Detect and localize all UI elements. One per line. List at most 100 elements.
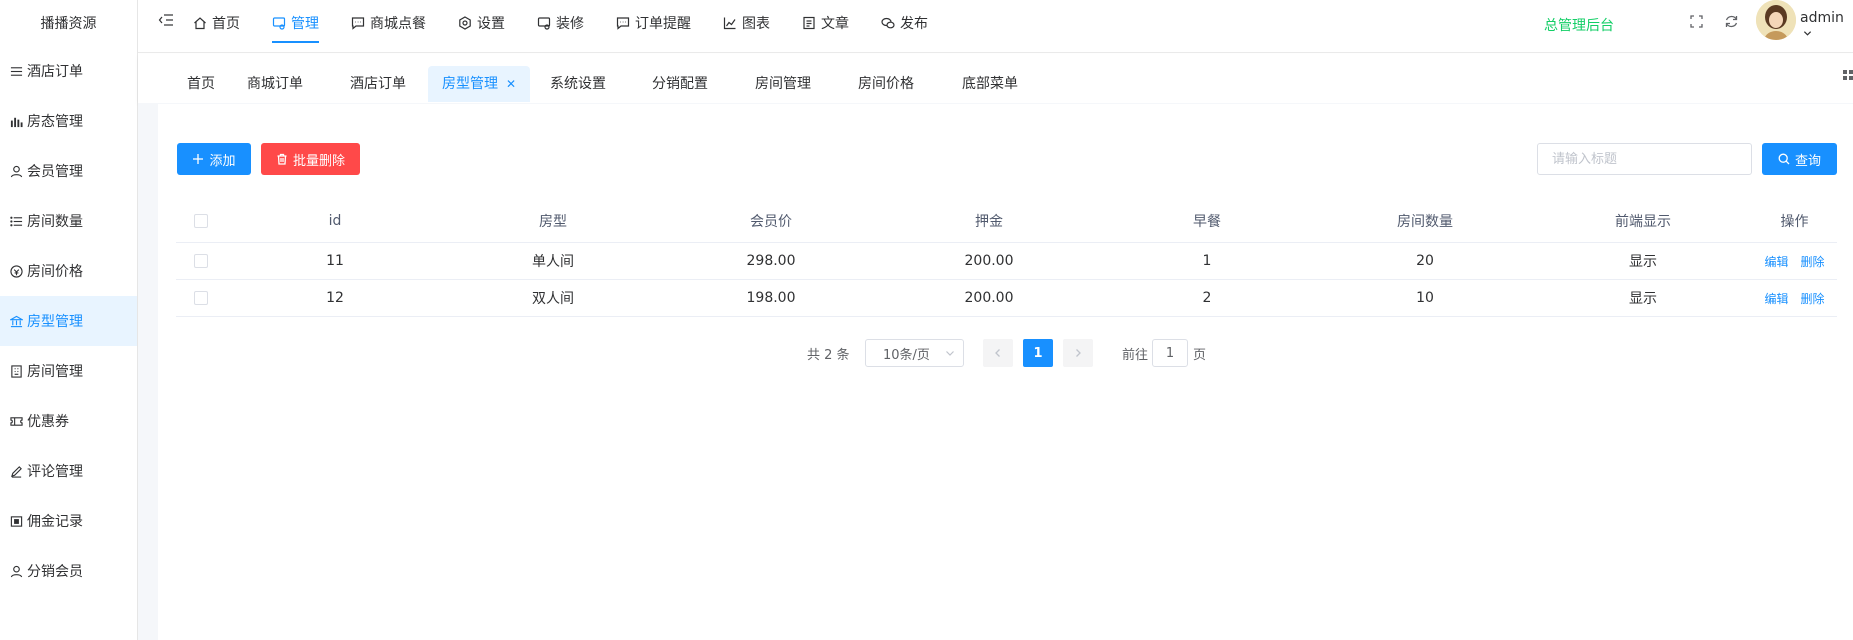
chat-icon bbox=[351, 16, 365, 30]
top-menu-label: 首页 bbox=[212, 16, 240, 32]
tab-mall-orders[interactable]: 商城订单 bbox=[247, 66, 303, 102]
top-menu-charts[interactable]: 图表 bbox=[723, 0, 770, 46]
top-menu-manage[interactable]: 管理 bbox=[272, 0, 319, 46]
cell-room-type: 双人间 bbox=[532, 291, 574, 307]
fullscreen-icon[interactable] bbox=[1689, 14, 1704, 29]
edit-link[interactable]: 编辑 bbox=[1764, 290, 1788, 307]
sidebar-item-members[interactable]: 会员管理 bbox=[0, 146, 137, 196]
ticket-icon bbox=[9, 414, 23, 428]
sidebar-item-label: 房态管理 bbox=[27, 114, 83, 130]
select-all-checkbox[interactable] bbox=[194, 213, 208, 228]
sidebar-item-label: 分销会员 bbox=[27, 564, 83, 580]
row-checkbox-cell bbox=[176, 280, 226, 316]
row-checkbox[interactable] bbox=[194, 254, 208, 268]
prev-page-button[interactable] bbox=[983, 339, 1013, 367]
monitor-icon bbox=[272, 16, 286, 30]
batch-delete-button[interactable]: 批量删除 bbox=[261, 143, 360, 175]
sidebar-item-comments[interactable]: 评论管理 bbox=[0, 446, 137, 496]
top-menu-publish[interactable]: 发布 bbox=[881, 0, 928, 46]
sidebar-item-label: 房间管理 bbox=[27, 364, 83, 380]
tab-home[interactable]: 首页 bbox=[187, 66, 215, 102]
sidebar-item-commission[interactable]: 佣金记录 bbox=[0, 496, 137, 546]
cell-frontend-display: 显示 bbox=[1629, 254, 1657, 270]
row-checkbox[interactable] bbox=[194, 291, 208, 305]
top-menu-articles[interactable]: 文章 bbox=[802, 0, 849, 46]
collapse-menu-icon[interactable] bbox=[158, 12, 174, 28]
user-icon bbox=[9, 164, 23, 178]
cell-actions: 编辑 删除 bbox=[1752, 280, 1837, 316]
document-icon bbox=[802, 16, 816, 30]
tab-room-management[interactable]: 房间管理 bbox=[755, 66, 811, 102]
chevron-right-icon bbox=[1076, 349, 1081, 357]
cell-breakfast: 2 bbox=[1202, 290, 1212, 306]
trash-icon bbox=[277, 153, 287, 165]
cell-frontend-display: 显示 bbox=[1629, 291, 1657, 307]
sidebar-item-hotel-orders[interactable]: 酒店订单 bbox=[0, 46, 137, 96]
sidebar-item-room-status[interactable]: 房态管理 bbox=[0, 96, 137, 146]
sidebar-item-room-price[interactable]: 房间价格 bbox=[0, 246, 137, 296]
avatar[interactable] bbox=[1756, 0, 1796, 40]
top-menu-mall-order[interactable]: 商城点餐 bbox=[351, 0, 426, 46]
tab-room-types[interactable]: 房型管理 ✕ bbox=[428, 66, 531, 102]
close-icon[interactable]: ✕ bbox=[506, 77, 516, 91]
next-page-button[interactable] bbox=[1063, 339, 1093, 367]
grid-icon[interactable] bbox=[1841, 68, 1853, 82]
delete-link[interactable]: 删除 bbox=[1801, 290, 1825, 307]
cell-member-price: 298.00 bbox=[746, 253, 796, 269]
tab-system-settings[interactable]: 系统设置 bbox=[550, 66, 606, 102]
home-icon bbox=[193, 16, 207, 30]
chat-icon bbox=[616, 16, 630, 30]
tab-room-prices[interactable]: 房间价格 bbox=[858, 66, 914, 102]
sidebar-item-label: 房间价格 bbox=[27, 264, 83, 280]
page-size-select[interactable]: 10条/页 bbox=[865, 339, 964, 367]
price-icon bbox=[9, 264, 23, 278]
page-number-button[interactable]: 1 bbox=[1023, 339, 1053, 367]
delete-link[interactable]: 删除 bbox=[1801, 253, 1825, 270]
tab-hotel-orders[interactable]: 酒店订单 bbox=[350, 66, 406, 102]
sidebar-item-room-types[interactable]: 房型管理 bbox=[0, 296, 137, 346]
wallet-icon bbox=[9, 514, 23, 528]
building-icon bbox=[9, 364, 23, 378]
edit-link[interactable]: 编辑 bbox=[1764, 253, 1788, 270]
username[interactable]: admin bbox=[1800, 10, 1853, 42]
top-menu: 首页 管理 商城点餐 设置 装修 订单提醒 图表 文章 发布 bbox=[193, 0, 960, 46]
top-menu-home[interactable]: 首页 bbox=[193, 0, 240, 46]
cell-room-type: 单人间 bbox=[532, 254, 574, 270]
top-menu-settings[interactable]: 设置 bbox=[458, 0, 505, 46]
search-button[interactable]: 查询 bbox=[1762, 143, 1837, 175]
tab-label: 房型管理 bbox=[442, 76, 498, 92]
chevron-down-icon bbox=[946, 351, 954, 356]
top-menu-label: 订单提醒 bbox=[635, 16, 691, 32]
refresh-icon[interactable] bbox=[1724, 14, 1739, 29]
cell-id: 12 bbox=[326, 290, 344, 306]
sidebar-item-label: 酒店订单 bbox=[27, 64, 83, 80]
cell-member-price: 198.00 bbox=[746, 290, 796, 306]
top-menu-order-reminder[interactable]: 订单提醒 bbox=[616, 0, 691, 46]
header-breakfast: 早餐 bbox=[1193, 213, 1221, 230]
tab-bottom-menu[interactable]: 底部菜单 bbox=[962, 66, 1018, 102]
header-room-type: 房型 bbox=[539, 213, 567, 230]
row-checkbox-cell bbox=[176, 243, 226, 279]
batch-delete-button-label: 批量删除 bbox=[292, 153, 345, 169]
line-chart-icon bbox=[723, 16, 737, 30]
sidebar-item-coupons[interactable]: 优惠券 bbox=[0, 396, 137, 446]
header-deposit: 押金 bbox=[975, 213, 1003, 230]
tab-distribution-config[interactable]: 分销配置 bbox=[652, 66, 708, 102]
cell-deposit: 200.00 bbox=[964, 253, 1014, 269]
monitor-icon bbox=[537, 16, 551, 30]
chevron-left-icon bbox=[995, 349, 1000, 357]
add-button-label: 添加 bbox=[209, 153, 236, 169]
sidebar-item-distribution-members[interactable]: 分销会员 bbox=[0, 546, 137, 596]
search-input[interactable] bbox=[1537, 143, 1752, 175]
cell-room-count: 10 bbox=[1416, 290, 1434, 306]
sidebar-item-rooms[interactable]: 房间管理 bbox=[0, 346, 137, 396]
top-menu-label: 装修 bbox=[556, 16, 584, 32]
table-header: id 房型 会员价 押金 早餐 房间数量 前端显示 操作 bbox=[176, 199, 1837, 243]
room-type-table: id 房型 会员价 押金 早餐 房间数量 前端显示 操作 11 单人间 298.… bbox=[176, 199, 1837, 317]
sidebar-item-room-count[interactable]: 房间数量 bbox=[0, 196, 137, 246]
list-icon bbox=[9, 214, 23, 228]
top-menu-decoration[interactable]: 装修 bbox=[537, 0, 584, 46]
pagination-total: 共 2 条 bbox=[807, 348, 850, 363]
add-button[interactable]: 添加 bbox=[177, 143, 251, 175]
goto-page-input[interactable] bbox=[1152, 339, 1188, 367]
